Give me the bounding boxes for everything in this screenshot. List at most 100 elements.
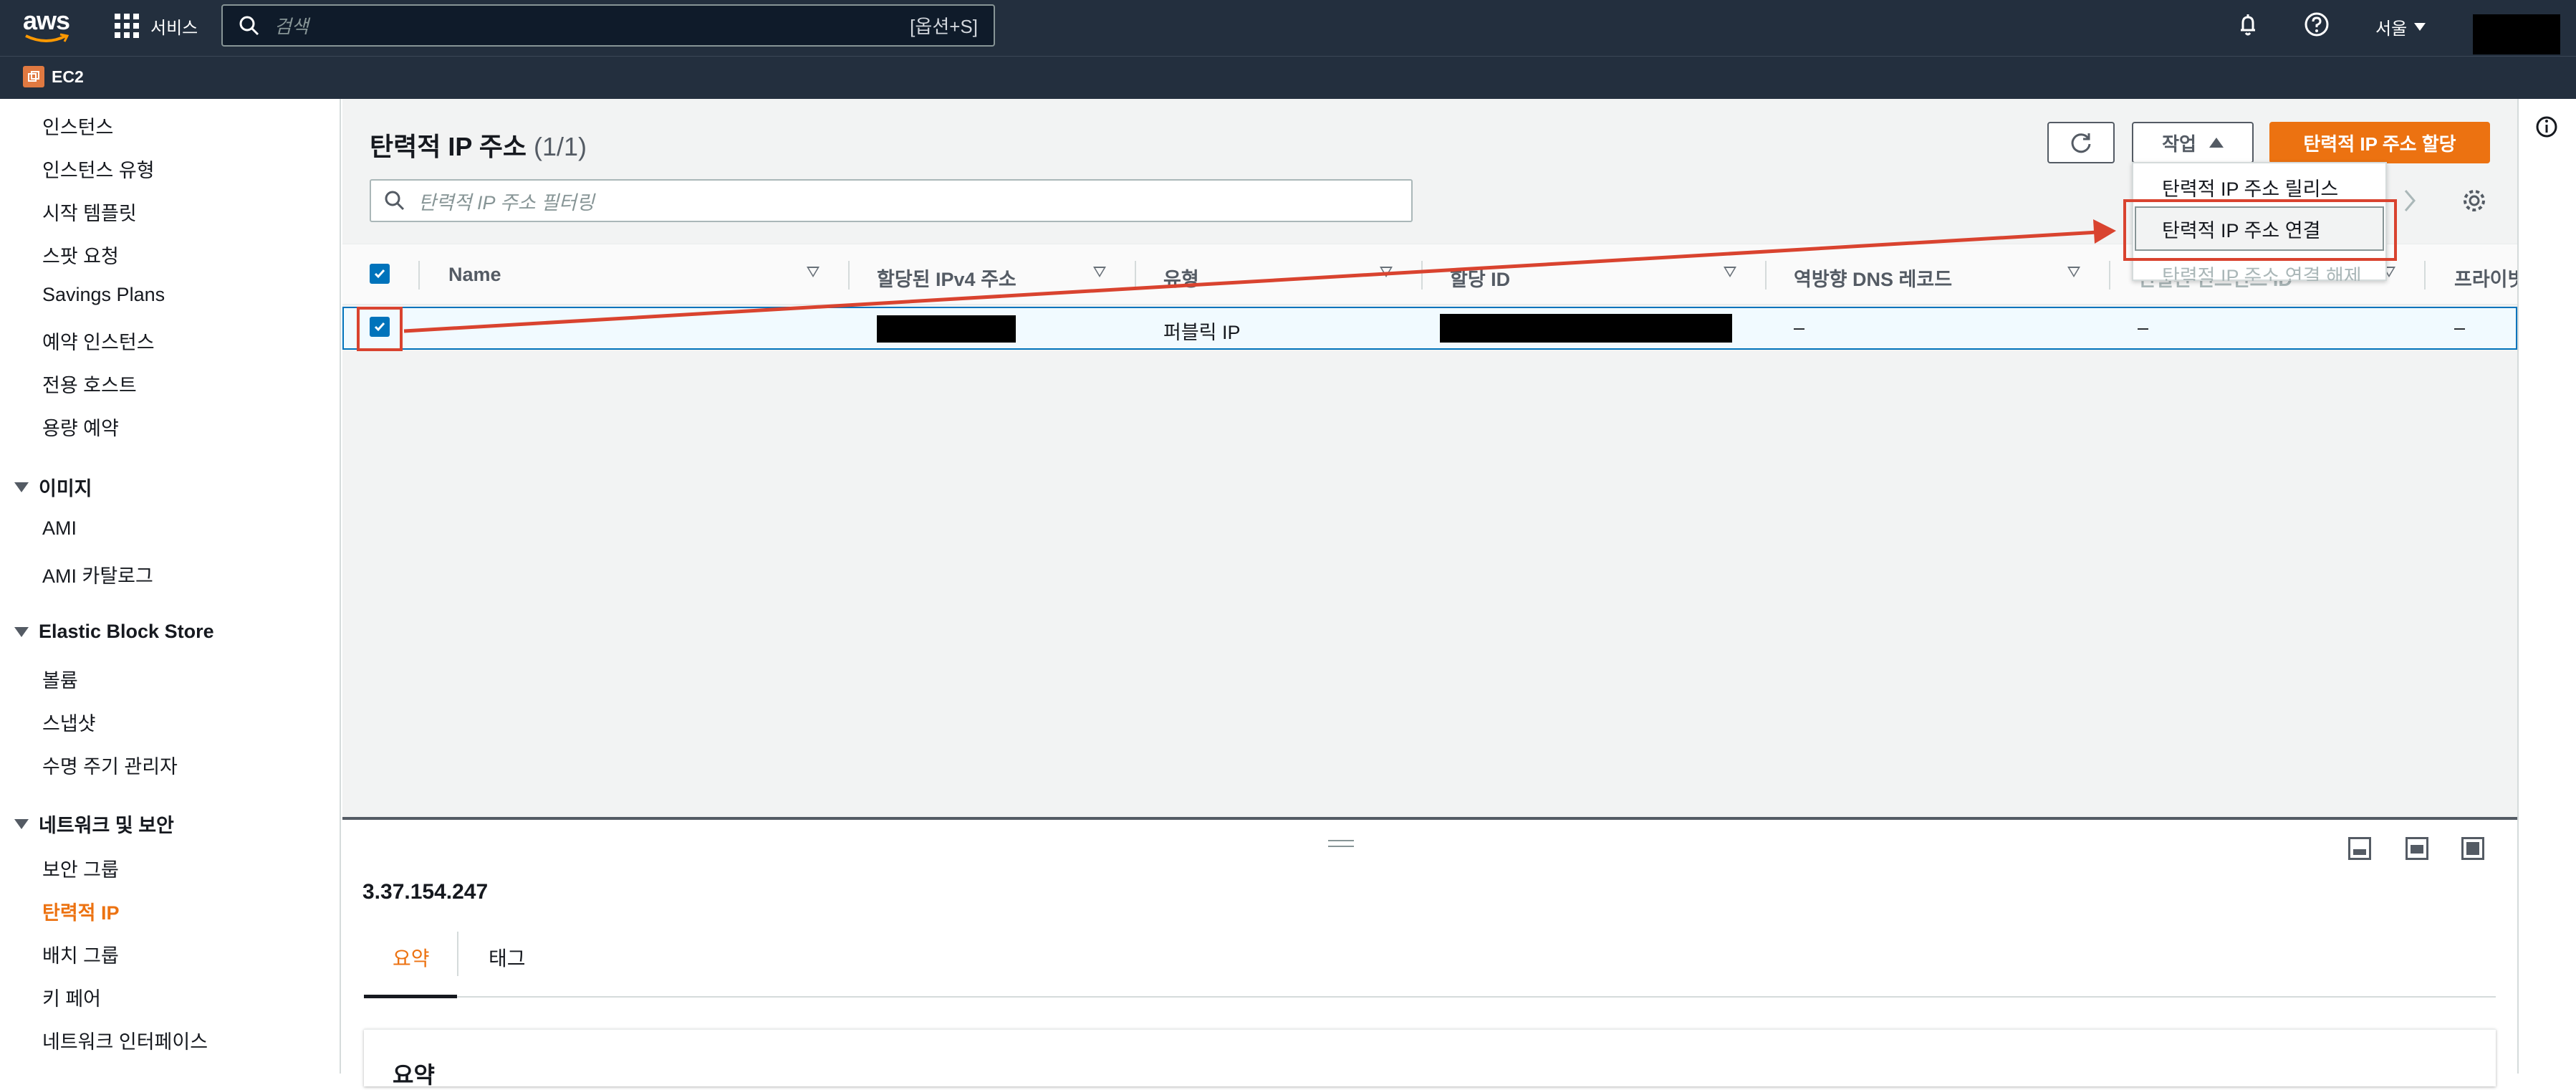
column-header-private[interactable]: 프라이빗 [2454, 264, 2525, 292]
aws-logo-text: aws [23, 6, 70, 35]
sidebar-item-savings-plans[interactable]: Savings Plans [42, 284, 165, 306]
services-menu-button[interactable]: 서비스 [115, 11, 198, 40]
gear-icon[interactable] [2461, 188, 2487, 214]
split-bottom-icon[interactable] [2348, 837, 2371, 860]
cell-reverse-dns: – [1794, 317, 1805, 338]
sidebar-item-volumes[interactable]: 볼륨 [42, 665, 78, 693]
search-placeholder: 검색 [274, 16, 309, 37]
sidebar-item-spot-requests[interactable]: 스팟 요청 [42, 241, 119, 269]
column-header-type[interactable]: 유형 [1163, 264, 1199, 292]
sort-icon[interactable] [1380, 267, 1393, 277]
drag-handle-icon[interactable] [1328, 840, 1354, 847]
tab-divider [457, 932, 458, 976]
grid-icon [115, 14, 139, 38]
info-icon[interactable] [2534, 115, 2559, 139]
redacted-ipv4-cell [877, 315, 1016, 343]
column-divider [848, 261, 850, 290]
help-icon [2305, 12, 2329, 37]
page-title-text: 탄력적 IP 주소 [370, 132, 527, 161]
tabs-baseline [364, 996, 2496, 998]
sidebar-item-instance-types[interactable]: 인스턴스 유형 [42, 155, 155, 183]
ec2-icon [23, 66, 44, 87]
sidebar-item-network-interfaces[interactable]: 네트워크 인터페이스 [42, 1026, 208, 1054]
caret-down-icon [2414, 23, 2426, 31]
service-favorite-ec2[interactable]: EC2 [23, 66, 84, 87]
actions-label: 작업 [2162, 133, 2196, 155]
split-off-icon[interactable] [2461, 837, 2484, 860]
table-row[interactable] [342, 307, 2517, 350]
check-icon [374, 269, 385, 279]
page-title: 탄력적 IP 주소 (1/1) [370, 126, 587, 163]
menu-item-release[interactable]: 탄력적 IP 주소 릴리스 [2162, 173, 2338, 201]
refresh-button[interactable] [2047, 122, 2115, 163]
bell-icon [2241, 14, 2255, 36]
sidebar-item-elastic-ips[interactable]: 탄력적 IP [42, 897, 120, 925]
sort-icon[interactable] [2067, 267, 2080, 277]
sidebar-item-snapshots[interactable]: 스냅샷 [42, 708, 96, 736]
menu-item-disassociate[interactable]: 탄력적 IP 주소 연결 해제 [2162, 261, 2362, 281]
sidebar-item-reserved-instances[interactable]: 예약 인스턴스 [42, 327, 155, 355]
chevron-right-icon[interactable] [2401, 188, 2418, 214]
sidebar-item-lifecycle-manager[interactable]: 수명 주기 관리자 [42, 751, 178, 779]
aws-logo[interactable]: aws [23, 6, 70, 46]
column-header-allocation-id[interactable]: 할당 ID [1450, 264, 1510, 292]
column-divider [1421, 261, 1423, 290]
sidebar-section-ebs[interactable]: Elastic Block Store [14, 621, 214, 643]
region-label: 서울 [2375, 19, 2408, 39]
search-shortcut: [옵션+S] [910, 16, 978, 37]
column-divider [1135, 261, 1136, 290]
elastic-ip-filter-input[interactable]: 탄력적 IP 주소 필터링 [370, 179, 1413, 222]
refresh-icon [2071, 133, 2091, 153]
sidebar-item-ami[interactable]: AMI [42, 517, 77, 540]
smile-icon [25, 33, 69, 42]
sort-icon[interactable] [1093, 267, 1106, 277]
sidebar-item-instances[interactable]: 인스턴스 [42, 112, 113, 140]
select-all-checkbox[interactable] [370, 264, 390, 284]
sidebar-section-label: 네트워크 및 보안 [39, 815, 174, 836]
sidebar-item-launch-templates[interactable]: 시작 템플릿 [42, 198, 137, 226]
split-side-icon[interactable] [2406, 837, 2428, 860]
tab-summary[interactable]: 요약 [393, 943, 430, 972]
sidebar-item-placement-groups[interactable]: 배치 그룹 [42, 940, 119, 968]
cell-name: – [448, 317, 460, 338]
active-tab-indicator [364, 995, 457, 998]
account-menu-redacted[interactable] [2473, 14, 2560, 54]
ec2-label: EC2 [52, 67, 84, 86]
redacted-allocation-id-cell [1440, 314, 1732, 343]
sort-icon[interactable] [807, 267, 820, 277]
selection-count: (1/1) [533, 132, 587, 161]
help-button[interactable] [2302, 10, 2331, 42]
allocate-elastic-ip-button[interactable]: 탄력적 IP 주소 할당 [2269, 122, 2490, 163]
summary-heading: 요약 [393, 1062, 435, 1088]
sort-icon[interactable] [1724, 267, 1736, 277]
sidebar-item-dedicated-hosts[interactable]: 전용 호스트 [42, 370, 137, 398]
column-divider [2424, 261, 2426, 290]
actions-dropdown-button[interactable]: 작업 [2132, 122, 2254, 163]
column-header-reverse-dns[interactable]: 역방향 DNS 레코드 [1794, 264, 1952, 292]
column-divider [2109, 261, 2110, 290]
caret-down-icon [14, 818, 29, 829]
cloudshell-bell-button[interactable] [2234, 10, 2262, 42]
sidebar-item-ami-catalog[interactable]: AMI 카탈로그 [42, 560, 153, 588]
sidebar-item-security-groups[interactable]: 보안 그룹 [42, 854, 119, 882]
annotation-box-associate [2123, 199, 2397, 261]
details-ip-title: 3.37.154.247 [362, 880, 489, 904]
sidebar-section-network-security[interactable]: 네트워크 및 보안 [14, 810, 174, 838]
service-bar [0, 56, 2576, 99]
filter-placeholder: 탄력적 IP 주소 필터링 [418, 191, 595, 214]
tab-tags[interactable]: 태그 [489, 943, 526, 972]
sidebar-item-capacity-reservations[interactable]: 용량 예약 [42, 413, 119, 441]
global-search-input[interactable]: 검색 [옵션+S] [221, 4, 995, 47]
column-header-name[interactable]: Name [448, 264, 501, 286]
services-label: 서비스 [150, 18, 198, 38]
sidebar-section-label: Elastic Block Store [39, 621, 214, 642]
summary-card: 요약 [364, 1029, 2496, 1088]
region-selector[interactable]: 서울 [2375, 14, 2426, 39]
sidebar-item-key-pairs[interactable]: 키 페어 [42, 983, 101, 1011]
caret-down-icon [14, 626, 29, 637]
search-icon [239, 16, 259, 35]
sidebar-section-images[interactable]: 이미지 [14, 473, 92, 501]
column-header-ipv4[interactable]: 할당된 IPv4 주소 [877, 264, 1017, 292]
search-icon [385, 191, 405, 211]
caret-down-icon [14, 482, 29, 492]
